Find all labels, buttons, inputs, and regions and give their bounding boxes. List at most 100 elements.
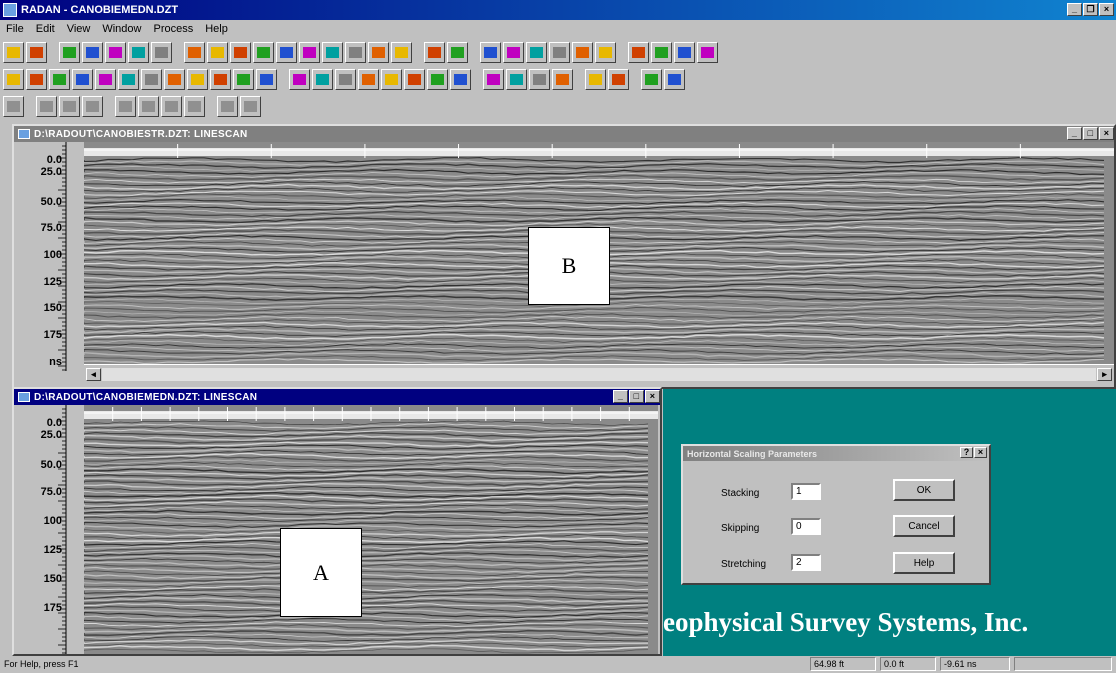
mark4-icon[interactable] xyxy=(82,95,103,117)
window-b-horizontal-scrollbar[interactable]: ◂ ▸ xyxy=(84,364,1114,384)
maximize-icon[interactable]: □ xyxy=(629,390,644,403)
scroll-left-icon[interactable]: ◂ xyxy=(86,368,101,381)
mark1-icon[interactable] xyxy=(3,95,24,117)
scroll-right-icon[interactable]: ▸ xyxy=(1097,368,1112,381)
filter9-icon[interactable] xyxy=(187,68,208,90)
process12-icon[interactable] xyxy=(552,68,573,90)
tool2-icon[interactable] xyxy=(651,41,672,63)
save-icon[interactable] xyxy=(26,41,47,63)
process6-icon[interactable] xyxy=(404,68,425,90)
chart-icon[interactable] xyxy=(345,41,366,63)
minimize-icon[interactable]: _ xyxy=(1067,3,1082,16)
filter4-icon[interactable] xyxy=(72,68,93,90)
mark3-icon[interactable] xyxy=(59,95,80,117)
help-icon[interactable]: ? xyxy=(960,447,973,458)
window-b-title-bar[interactable]: D:\RADOUT\CANOBIESTR.DZT: LINESCAN _ □ × xyxy=(14,126,1114,142)
filter7-icon[interactable] xyxy=(141,68,162,90)
process15-icon[interactable] xyxy=(641,68,662,90)
filter11-icon[interactable] xyxy=(233,68,254,90)
zoom-icon[interactable] xyxy=(322,41,343,63)
tool1-icon[interactable] xyxy=(628,41,649,63)
window-a-title-bar[interactable]: D:\RADOUT\CANOBIEMEDN.DZT: LINESCAN _ □ … xyxy=(14,389,660,405)
pause-icon[interactable] xyxy=(549,41,570,63)
ok-button[interactable]: OK xyxy=(893,479,955,501)
close-icon[interactable]: × xyxy=(1099,3,1114,16)
filter2-icon[interactable] xyxy=(26,68,47,90)
mark5-icon[interactable] xyxy=(115,95,136,117)
filter6-icon[interactable] xyxy=(118,68,139,90)
left-arrow-icon[interactable] xyxy=(480,41,501,63)
dialog-title-bar[interactable]: Horizontal Scaling Parameters ? × xyxy=(683,446,989,461)
cut-icon[interactable] xyxy=(82,41,103,63)
menu-window[interactable]: Window xyxy=(96,23,147,35)
filter5-icon[interactable] xyxy=(95,68,116,90)
help-context-icon[interactable] xyxy=(447,41,468,63)
process9-icon[interactable] xyxy=(483,68,504,90)
filter1-icon[interactable] xyxy=(3,68,24,90)
help-button[interactable]: Help xyxy=(893,552,955,574)
minimize-icon[interactable]: _ xyxy=(1067,127,1082,140)
paste-icon[interactable] xyxy=(128,41,149,63)
menu-view[interactable]: View xyxy=(61,23,97,35)
grid-icon[interactable] xyxy=(299,41,320,63)
process2-icon[interactable] xyxy=(312,68,333,90)
restore-icon[interactable]: ❐ xyxy=(1083,3,1098,16)
scroll-track[interactable] xyxy=(102,368,1096,381)
tool4-icon[interactable] xyxy=(697,41,718,63)
view-icon[interactable] xyxy=(207,41,228,63)
process10-icon[interactable] xyxy=(506,68,527,90)
process13-icon[interactable] xyxy=(585,68,606,90)
print-icon[interactable] xyxy=(151,41,172,63)
process14-icon[interactable] xyxy=(608,68,629,90)
process16-icon[interactable] xyxy=(664,68,685,90)
horizontal-scaling-dialog[interactable]: Horizontal Scaling Parameters ? × Stacki… xyxy=(681,444,991,585)
stop-icon[interactable] xyxy=(572,41,593,63)
menu-file[interactable]: File xyxy=(0,23,30,35)
minimize-icon[interactable]: _ xyxy=(613,390,628,403)
radargram-a[interactable] xyxy=(84,405,658,654)
stacking-field[interactable]: 1 xyxy=(791,483,821,500)
filter12-icon[interactable] xyxy=(256,68,277,90)
mark6-icon[interactable] xyxy=(138,95,159,117)
process5-icon[interactable] xyxy=(381,68,402,90)
process1-icon[interactable] xyxy=(289,68,310,90)
mark10-icon[interactable] xyxy=(240,95,261,117)
wave-icon[interactable] xyxy=(276,41,297,63)
copy-icon[interactable] xyxy=(105,41,126,63)
printer-icon[interactable] xyxy=(391,41,412,63)
line-icon[interactable] xyxy=(253,41,274,63)
tool3-icon[interactable] xyxy=(674,41,695,63)
menu-process[interactable]: Process xyxy=(147,23,199,35)
mark9-icon[interactable] xyxy=(217,95,238,117)
stretching-field[interactable]: 2 xyxy=(791,554,821,571)
right-arrow-icon[interactable] xyxy=(503,41,524,63)
close-icon[interactable]: × xyxy=(1099,127,1114,140)
cancel-button[interactable]: Cancel xyxy=(893,515,955,537)
new-icon[interactable] xyxy=(59,41,80,63)
process3-icon[interactable] xyxy=(335,68,356,90)
skipping-field[interactable]: 0 xyxy=(791,518,821,535)
menu-help[interactable]: Help xyxy=(199,23,234,35)
edit-icon[interactable] xyxy=(184,41,205,63)
radan-app-icon[interactable] xyxy=(3,3,17,17)
open-icon[interactable] xyxy=(3,41,24,63)
mark7-icon[interactable] xyxy=(161,95,182,117)
mark2-icon[interactable] xyxy=(36,95,57,117)
help-icon[interactable] xyxy=(424,41,445,63)
display-icon[interactable] xyxy=(368,41,389,63)
process4-icon[interactable] xyxy=(358,68,379,90)
process7-icon[interactable] xyxy=(427,68,448,90)
record-icon[interactable] xyxy=(595,41,616,63)
wiggle-icon[interactable] xyxy=(230,41,251,63)
play-icon[interactable] xyxy=(526,41,547,63)
maximize-icon[interactable]: □ xyxy=(1083,127,1098,140)
filter10-icon[interactable] xyxy=(210,68,231,90)
close-icon[interactable]: × xyxy=(974,447,987,458)
close-icon[interactable]: × xyxy=(645,390,660,403)
filter3-icon[interactable] xyxy=(49,68,70,90)
process8-icon[interactable] xyxy=(450,68,471,90)
mark8-icon[interactable] xyxy=(184,95,205,117)
process11-icon[interactable] xyxy=(529,68,550,90)
filter8-icon[interactable] xyxy=(164,68,185,90)
menu-edit[interactable]: Edit xyxy=(30,23,61,35)
